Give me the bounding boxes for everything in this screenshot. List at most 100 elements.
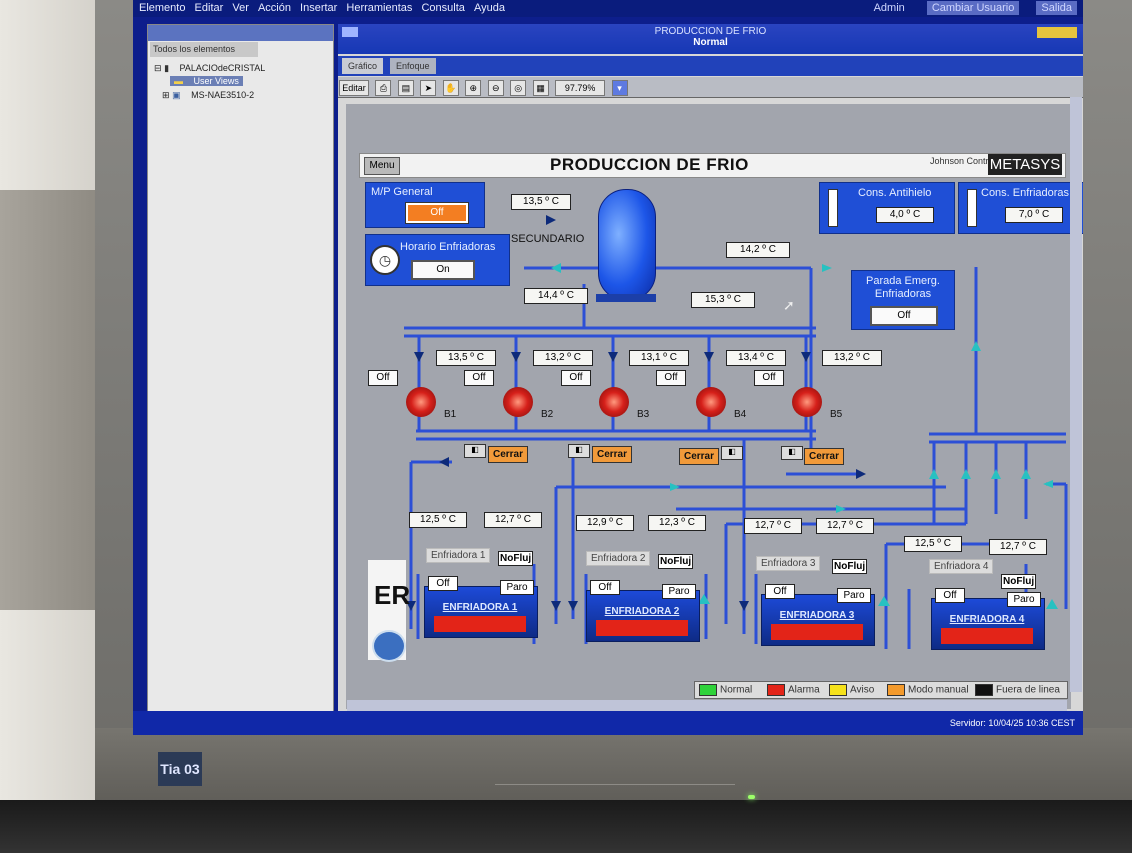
zoom-in-icon[interactable]: ⊕ xyxy=(465,80,482,96)
window-controls-icon[interactable] xyxy=(1037,27,1077,38)
edit-button[interactable]: Editar xyxy=(339,80,369,96)
tree-item-nae[interactable]: ⊞ ▣ MS-NAE3510-2 xyxy=(162,90,254,101)
tab-enfoque[interactable]: Enfoque xyxy=(390,58,436,74)
pump-b1-icon[interactable] xyxy=(406,387,436,417)
document-icon[interactable]: ▤ xyxy=(397,80,414,96)
tab-grafico[interactable]: Gráfico xyxy=(342,58,384,74)
legend-alarma: Alarma xyxy=(767,684,820,696)
main-window: PRODUCCION DE FRIO Normal Gráfico Enfoqu… xyxy=(338,24,1083,724)
chiller-2-state[interactable]: Off xyxy=(590,580,620,595)
pump-b4-icon[interactable] xyxy=(696,387,726,417)
chiller-4-mode[interactable]: Paro xyxy=(1007,592,1041,607)
menu-insertar[interactable]: Insertar xyxy=(300,2,337,14)
legend-aviso: Aviso xyxy=(829,684,874,696)
chiller-2[interactable]: Off Paro ENFRIADORA 2 xyxy=(586,580,700,642)
user-box: Admin Cambiar Usuario Salida xyxy=(855,0,1077,17)
tab-strip: Gráfico Enfoque xyxy=(338,56,1083,76)
er-certification-logo: ER xyxy=(374,580,411,610)
background-wall-shadow xyxy=(0,190,95,610)
chiller-3-mode[interactable]: Paro xyxy=(837,588,871,603)
pump-b2-temp: 13,2 º C xyxy=(533,350,593,366)
valve-4-icon[interactable]: ◧ xyxy=(781,446,803,460)
print-icon[interactable]: ⎙ xyxy=(375,80,392,96)
chiller-4-name: ENFRIADORA 4 xyxy=(949,614,1025,625)
valve-1-button[interactable]: Cerrar xyxy=(488,446,528,463)
chiller-4-label: Enfriadora 4 xyxy=(929,559,994,574)
exit-button[interactable]: Salida xyxy=(1036,1,1077,15)
tree-item-user-views[interactable]: ▬ User Views xyxy=(170,76,243,86)
header-strip: Menu PRODUCCION DE FRIO Johnson Controls… xyxy=(359,153,1066,178)
valve-3-button[interactable]: Cerrar xyxy=(679,448,719,465)
chiller-4[interactable]: Off Paro ENFRIADORA 4 xyxy=(931,588,1045,650)
certification-seal-icon xyxy=(372,630,406,662)
cons-enfriadoras-value[interactable]: 7,0 º C xyxy=(1005,207,1063,223)
pump-b3-state[interactable]: Off xyxy=(561,370,591,386)
pump-b3-icon[interactable] xyxy=(599,387,629,417)
legend-label: Alarma xyxy=(788,684,820,696)
menu-ver[interactable]: Ver xyxy=(232,2,249,14)
chiller-1-mode[interactable]: Paro xyxy=(500,580,534,595)
pump-b4-state[interactable]: Off xyxy=(656,370,686,386)
zoom-level[interactable]: 97.79% xyxy=(555,80,606,96)
chiller-3-label: Enfriadora 3 xyxy=(756,556,821,571)
zoom-out-icon[interactable]: ⊖ xyxy=(487,80,504,96)
valve-2-button[interactable]: Cerrar xyxy=(592,446,632,463)
chiller-4-alarm-indicator xyxy=(941,628,1033,644)
zoom-dropdown-icon[interactable]: ▾ xyxy=(611,80,628,96)
chiller-1-state[interactable]: Off xyxy=(428,576,458,591)
menu-elemento[interactable]: Elemento xyxy=(139,2,185,14)
change-user-button[interactable]: Cambiar Usuario xyxy=(926,1,1020,15)
menu-herramientas[interactable]: Herramientas xyxy=(346,2,412,14)
valve-4-button[interactable]: Cerrar xyxy=(804,448,844,465)
chiller-4-temp-in: 12,5 º C xyxy=(904,536,962,552)
window-menu-icon[interactable] xyxy=(342,27,358,37)
tree-item-root[interactable]: ⊟ ▮ PALACIOdeCRISTAL xyxy=(154,63,265,74)
hand-icon[interactable]: ✋ xyxy=(442,80,459,96)
horario-toggle[interactable]: On xyxy=(411,260,475,280)
valve-1-icon[interactable]: ◧ xyxy=(464,444,486,458)
mouse-cursor-icon: ➚ xyxy=(783,297,795,313)
cons-antihielo-value[interactable]: 4,0 º C xyxy=(876,207,934,223)
zoom-window-icon[interactable]: ▦ xyxy=(532,80,549,96)
legend-swatch xyxy=(887,684,905,696)
pump-b3-temp: 13,1 º C xyxy=(629,350,689,366)
pump-b5-name: B5 xyxy=(830,409,843,420)
menu-editar[interactable]: Editar xyxy=(195,2,224,14)
valve-3-icon[interactable]: ◧ xyxy=(721,446,743,460)
chiller-4-state[interactable]: Off xyxy=(935,588,965,603)
menu-consulta[interactable]: Consulta xyxy=(421,2,464,14)
chiller-3[interactable]: Off Paro ENFRIADORA 3 xyxy=(761,584,875,646)
chiller-2-mode[interactable]: Paro xyxy=(662,584,696,599)
pump-b5-state[interactable]: Off xyxy=(754,370,784,386)
pump-b4-name: B4 xyxy=(734,409,747,420)
tree-item-label: PALACIOdeCRISTAL xyxy=(179,63,266,73)
cons-antihielo-label: Cons. Antihielo xyxy=(858,187,932,199)
window-status: Normal xyxy=(693,37,728,48)
menu-button[interactable]: Menu xyxy=(364,157,400,175)
zoom-fit-icon[interactable]: ◎ xyxy=(510,80,527,96)
screen: Elemento Editar Ver Acción Insertar Herr… xyxy=(133,0,1083,735)
tree-expand-icon[interactable]: ⊞ xyxy=(162,90,170,100)
monitor-buttons xyxy=(495,784,735,797)
mp-general-toggle[interactable]: Off xyxy=(405,202,469,224)
chiller-3-state[interactable]: Off xyxy=(765,584,795,599)
vertical-scrollbar[interactable] xyxy=(1070,97,1082,692)
parada-toggle[interactable]: Off xyxy=(870,306,938,326)
menu-accion[interactable]: Acción xyxy=(258,2,291,14)
building-icon: ▮ xyxy=(164,63,170,73)
desk xyxy=(0,800,1132,853)
pump-b2-icon[interactable] xyxy=(503,387,533,417)
menu-ayuda[interactable]: Ayuda xyxy=(474,2,505,14)
pump-b5-icon[interactable] xyxy=(792,387,822,417)
valve-2-icon[interactable]: ◧ xyxy=(568,444,590,458)
tab-todos-los-elementos[interactable]: Todos los elementos xyxy=(150,42,258,57)
tree-expand-icon[interactable]: ⊟ xyxy=(154,63,162,73)
pump-b2-state[interactable]: Off xyxy=(464,370,494,386)
chiller-1[interactable]: Off Paro ENFRIADORA 1 xyxy=(424,576,538,638)
pump-b1-state[interactable]: Off xyxy=(368,370,398,386)
storage-tank xyxy=(598,189,656,301)
tree-header xyxy=(148,25,333,41)
pointer-icon[interactable]: ➤ xyxy=(420,80,437,96)
tree-item-label: User Views xyxy=(193,76,239,86)
chiller-1-temp-in: 12,5 º C xyxy=(409,512,467,528)
